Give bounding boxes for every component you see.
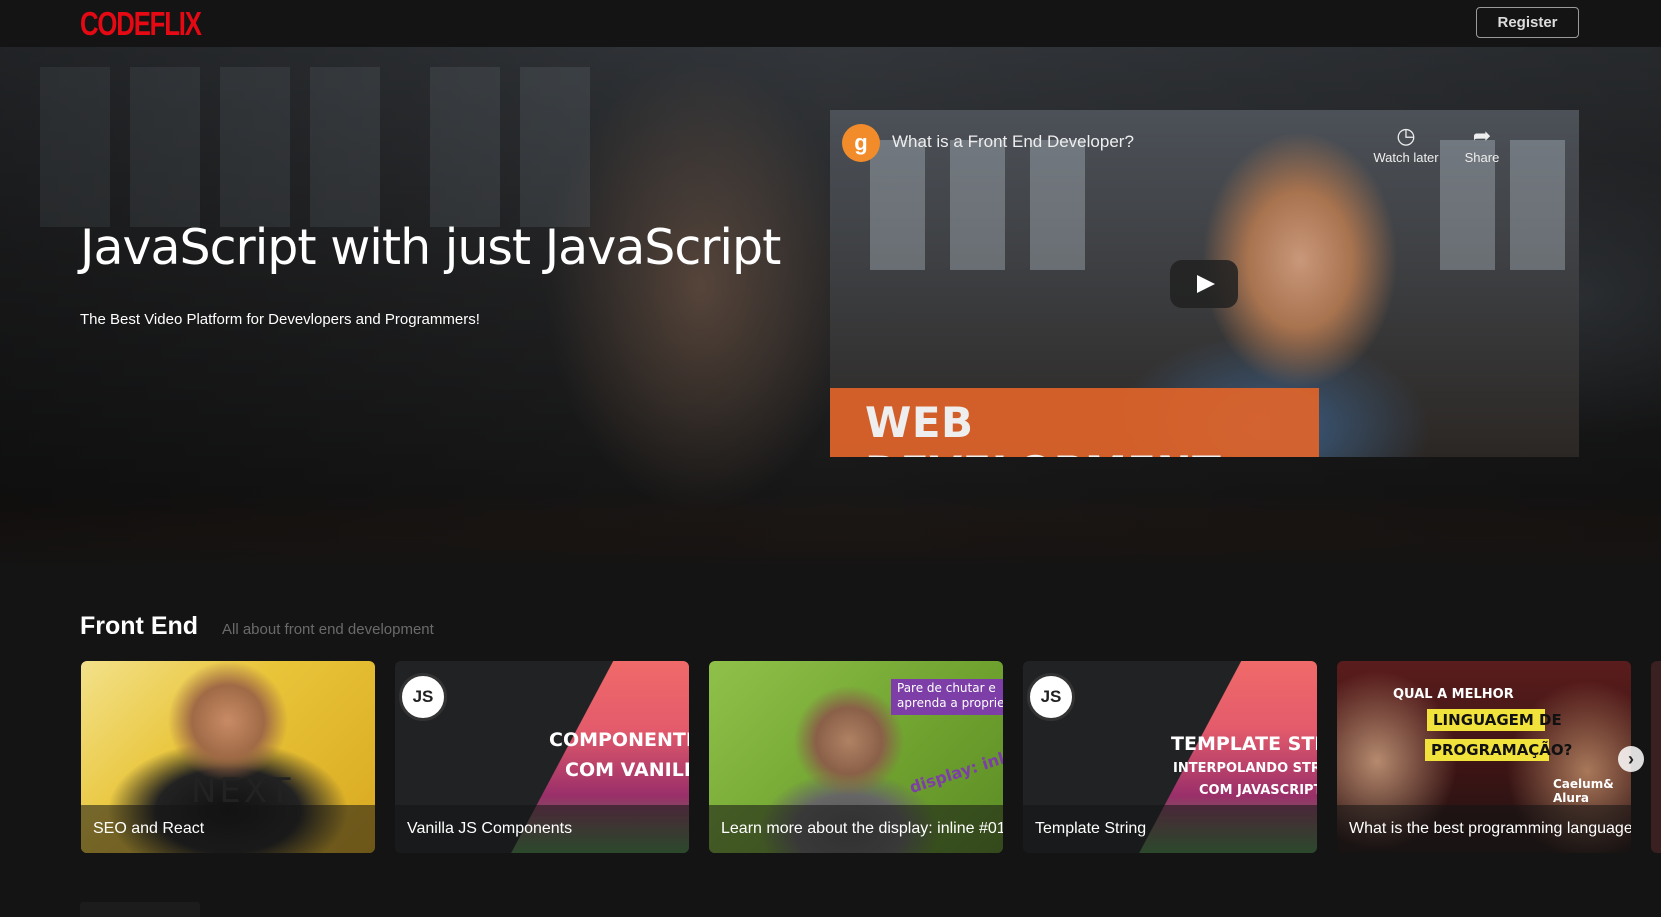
card-title: What is the best programming language — [1349, 820, 1631, 837]
card-caption: SEO and React — [81, 805, 375, 853]
card-thumbnail-text: Pare de chutar e — [897, 681, 996, 695]
card-thumbnail-text: COM VANILLAJS — [565, 759, 689, 781]
card-thumbnail-text: QUAL A MELHOR — [1393, 687, 1514, 702]
share-label: Share — [1464, 150, 1500, 165]
video-banner: WEB DEVELOPMENT — [830, 388, 1319, 457]
js-badge-icon: JS — [399, 673, 447, 721]
card-thumbnail-text: COMPONENTIZAÇ — [549, 729, 689, 751]
video-card[interactable]: QUAL A MELHOR LINGUAGEM DE PROGRAMAÇÃO? … — [1337, 661, 1631, 853]
card-title: Template String — [1035, 820, 1147, 837]
hero-subtitle: The Best Video Platform for Devevlopers … — [80, 311, 480, 328]
channel-avatar-icon[interactable]: g — [842, 124, 880, 162]
card-thumbnail-text: Caelum& — [1553, 777, 1614, 791]
card-thumbnail-text: TEMPLATE STRIN — [1171, 733, 1317, 755]
card-caption: What is the best programming language — [1337, 805, 1631, 853]
carousel-next-arrow-icon[interactable]: › — [1618, 746, 1644, 772]
hero-fade — [0, 510, 1661, 570]
hero-title: JavaScript with just JavaScript — [80, 219, 781, 276]
video-card[interactable]: JS TEMPLATE STRIN INTERPOLANDO STRIN COM… — [1023, 661, 1317, 853]
card-thumbnail-text: PROGRAMAÇÃO? — [1431, 741, 1573, 759]
next-section-title-stub — [80, 902, 200, 917]
share-arrow-icon: ➦ — [1472, 123, 1492, 148]
card-title: SEO and React — [93, 820, 205, 837]
video-card[interactable]: JS COMPONENTIZAÇ COM VANILLAJS Vanilla J… — [395, 661, 689, 853]
card-caption: Learn more about the display: inline #01 — [709, 805, 1003, 853]
watch-later-label: Watch later — [1373, 150, 1439, 165]
js-badge-icon: JS — [1027, 673, 1075, 721]
play-button[interactable] — [1170, 260, 1238, 308]
video-card[interactable]: Pare de chutar e aprenda a propriedade d… — [709, 661, 1003, 853]
section-title: Front End — [80, 612, 199, 640]
card-thumbnail-text: INTERPOLANDO STRIN — [1173, 761, 1317, 776]
section-subtitle: All about front end development — [222, 621, 434, 638]
video-card[interactable]: NEXT SEO and React — [81, 661, 375, 853]
card-title: Vanilla JS Components — [407, 820, 573, 837]
card-thumbnail-text: LINGUAGEM DE — [1433, 711, 1562, 729]
card-thumbnail-text: display: inline — [907, 739, 1003, 798]
watch-later-button[interactable]: ◷ Watch later — [1366, 122, 1446, 165]
top-navbar: CODEFLIX Register — [0, 0, 1661, 47]
video-banner-text: WEB DEVELOPMENT — [865, 398, 1221, 457]
video-carousel: NEXT SEO and React JS COMPONENTIZAÇ COM … — [81, 661, 1661, 853]
card-thumbnail-text: Alura — [1553, 791, 1589, 805]
video-background-window — [870, 140, 925, 270]
video-background-window — [1030, 140, 1085, 270]
register-button[interactable]: Register — [1476, 7, 1579, 38]
card-caption: Template String — [1023, 805, 1317, 853]
card-thumbnail-text: aprenda a propriedade — [897, 696, 1003, 710]
card-caption: Vanilla JS Components — [395, 805, 689, 853]
youtube-embed[interactable]: g What is a Front End Developer? ◷ Watch… — [830, 110, 1579, 457]
codeflix-logo[interactable]: CODEFLIX — [80, 5, 202, 43]
card-title: Learn more about the display: inline #01 — [721, 820, 1003, 837]
share-button[interactable]: ➦ Share — [1442, 122, 1522, 165]
card-thumbnail-text: COM JAVASCRIPT — [1199, 783, 1317, 798]
video-title[interactable]: What is a Front End Developer? — [892, 132, 1134, 152]
clock-icon: ◷ — [1396, 123, 1416, 148]
video-card-partial[interactable] — [1651, 661, 1661, 853]
video-background-window — [950, 140, 1005, 270]
